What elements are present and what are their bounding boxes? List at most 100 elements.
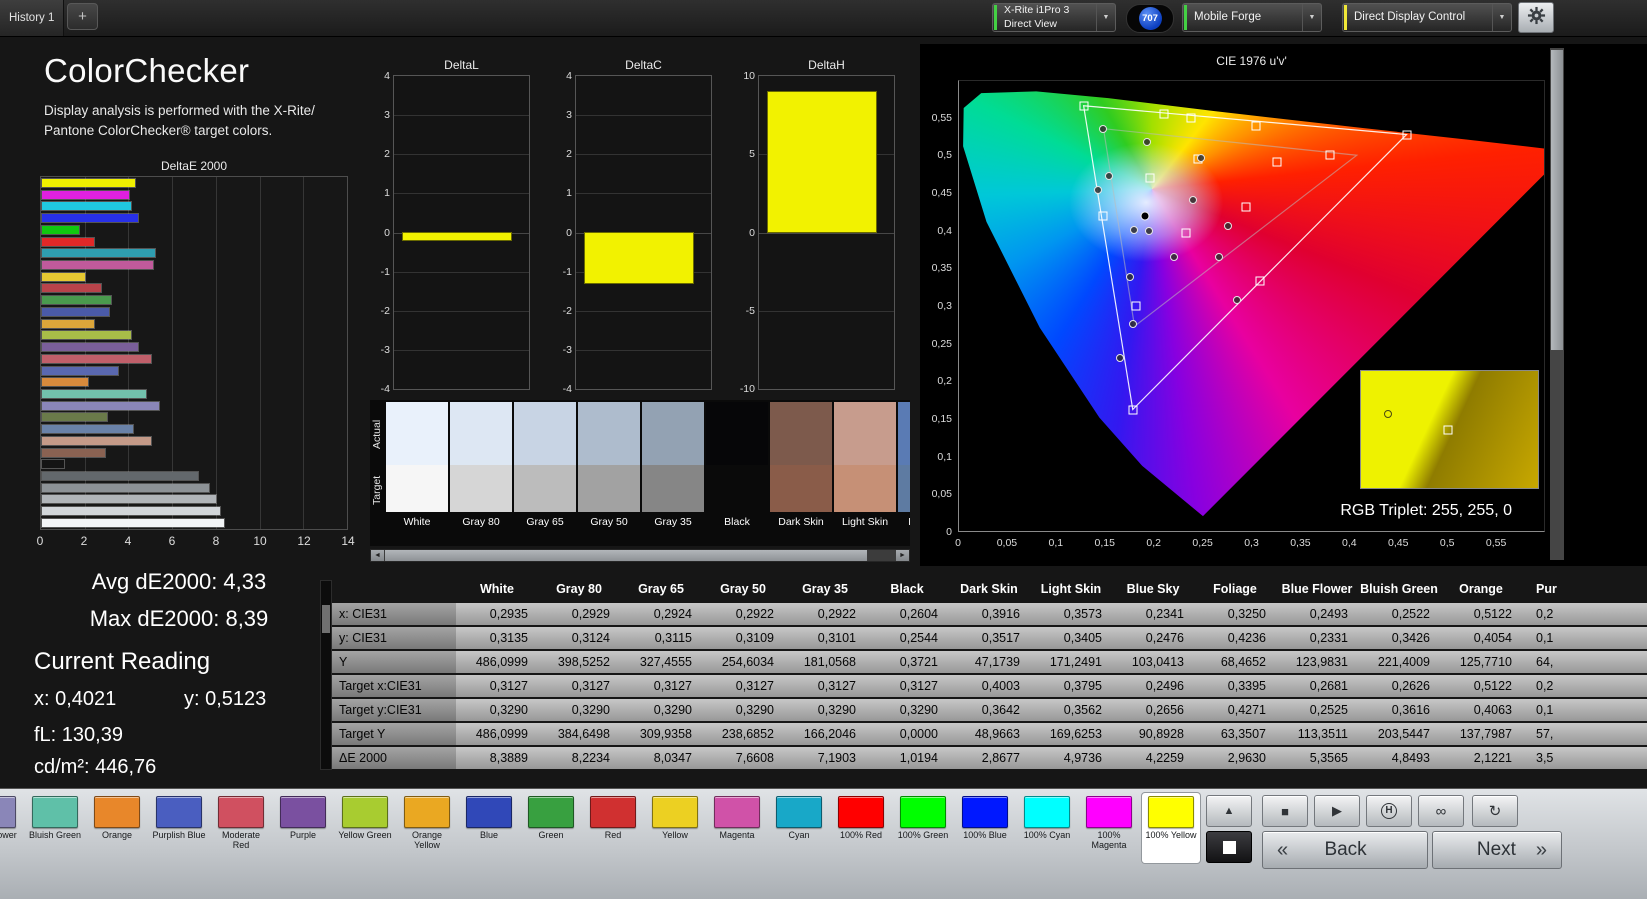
scroll-left-icon[interactable]: ◄ — [371, 550, 384, 561]
target-marker — [1079, 101, 1089, 111]
avg-de2000-value: Avg dE2000: 4,33 — [91, 569, 267, 594]
patch-toolbar: Blue Flower Bluish Green Orange Purplish Bl… — [0, 789, 1202, 899]
play-button[interactable]: ▶ — [1314, 795, 1360, 827]
meter-dropdown-label: X-Rite i1Pro 3 Direct View — [1004, 4, 1095, 31]
h-button[interactable]: H — [1366, 795, 1412, 827]
table-row-label: y: CIE31 — [332, 627, 456, 649]
patch-button[interactable]: Blue — [460, 793, 518, 863]
chevron-down-icon[interactable]: ▼ — [1492, 4, 1511, 31]
measured-marker — [1197, 153, 1206, 162]
deltae-xaxis: 0 2 4 6 8 10 12 14 — [37, 534, 355, 550]
patch-label: 100% Green — [897, 830, 949, 840]
patch-button[interactable]: Moderate Red — [212, 793, 270, 863]
table-cell: 171,2491 — [1030, 651, 1112, 673]
table-cell: 169,6253 — [1030, 723, 1112, 745]
scrollbar-thumb[interactable] — [322, 605, 330, 633]
table-cell: 0,3573 — [1030, 603, 1112, 625]
next-button[interactable]: Next » — [1432, 831, 1562, 869]
patch-button[interactable]: 100% Cyan — [1018, 793, 1076, 863]
table-header-cell: Blue Sky — [1126, 582, 1180, 596]
cie-chart-title: CIE 1976 u'v' — [1216, 54, 1287, 68]
pattern-window-button[interactable] — [1206, 831, 1252, 863]
back-chevron-icon: « — [1277, 838, 1289, 861]
patch-label: Purplish Blue — [152, 830, 206, 840]
axis-tick-label: 4 — [566, 70, 572, 82]
swatch-patch: Black — [706, 402, 768, 528]
patch-button[interactable]: Orange Yellow — [398, 793, 456, 863]
table-row: ΔE 2000 8,3889 8,2234 8,0347 7,6608 7,1903 1,0… — [332, 747, 1647, 769]
swatch-patch: Gray 65 — [514, 402, 576, 528]
table-header-cell: Gray 50 — [720, 582, 766, 596]
patch-button[interactable]: 100% Yellow — [1142, 793, 1200, 863]
patch-button[interactable]: Red — [584, 793, 642, 863]
settings-button[interactable] — [1518, 2, 1554, 33]
meter-dropdown[interactable]: X-Rite i1Pro 3 Direct View ▼ — [992, 3, 1116, 32]
measured-marker — [1093, 186, 1102, 195]
target-marker — [1186, 113, 1196, 123]
meter-status-indicator — [994, 5, 997, 30]
back-button[interactable]: « Back — [1262, 831, 1428, 869]
patch-button[interactable]: Magenta — [708, 793, 766, 863]
swatch-strip-scrollbar[interactable]: ◄ ► — [370, 549, 910, 562]
chevron-down-icon[interactable]: ▼ — [1302, 4, 1321, 31]
display-control-name: Direct Display Control — [1354, 11, 1466, 24]
circled-h-icon: H — [1381, 803, 1397, 819]
patch-swatch — [528, 796, 574, 828]
table-cell: 0,2493 — [1276, 603, 1358, 625]
table-cell: 0,2476 — [1112, 627, 1194, 649]
patch-button[interactable]: 100% Blue — [956, 793, 1014, 863]
table-cell: 0,3290 — [456, 699, 538, 721]
patch-button[interactable]: Purplish Blue — [150, 793, 208, 863]
chevron-down-icon[interactable]: ▼ — [1096, 4, 1115, 31]
cie-panel-scrollbar[interactable] — [1550, 48, 1564, 560]
swatch-target — [386, 465, 448, 512]
measured-marker — [1145, 227, 1154, 236]
patch-button[interactable]: Yellow Green — [336, 793, 394, 863]
display-control-dropdown[interactable]: Direct Display Control ▼ — [1342, 3, 1512, 32]
deltal-chart-title: DeltaL — [444, 58, 479, 72]
deltae-bar — [42, 378, 88, 387]
cie-plot — [958, 80, 1545, 532]
source-dropdown[interactable]: Mobile Forge ▼ — [1182, 3, 1322, 32]
add-tab-button[interactable]: + — [67, 3, 98, 30]
table-cell: 238,6852 — [702, 723, 784, 745]
swatch-patch: Gray 80 — [450, 402, 512, 528]
table-cell: 486,0999 — [456, 723, 538, 745]
loop-button[interactable]: ∞ — [1418, 795, 1464, 827]
current-reading-heading: Current Reading — [34, 648, 211, 675]
refresh-button[interactable]: ↻ — [1472, 795, 1518, 827]
scrollbar-thumb[interactable] — [385, 550, 867, 561]
swatch-target — [578, 465, 640, 512]
patch-button[interactable]: 100% Magenta — [1080, 793, 1138, 863]
scrollbar-thumb[interactable] — [1551, 50, 1563, 350]
patch-button[interactable]: Cyan — [770, 793, 828, 863]
axis-tick-label: 2 — [566, 148, 572, 161]
patch-button[interactable]: Yellow — [646, 793, 704, 863]
meter-count-value: 707 — [1138, 7, 1162, 30]
patch-button[interactable]: Purple — [274, 793, 332, 863]
axis-tick-label: 0,55 — [931, 111, 952, 124]
tab-history-1[interactable]: History 1 — [0, 0, 64, 36]
eject-button[interactable]: ▲ — [1206, 795, 1252, 827]
patch-label: Red — [604, 830, 622, 840]
patch-button[interactable]: 100% Red — [832, 793, 890, 863]
table-cell: 2,9630 — [1194, 747, 1276, 769]
gear-icon — [1527, 6, 1546, 30]
patch-swatch — [156, 796, 202, 828]
patch-button[interactable]: Green — [522, 793, 580, 863]
swatch-actual — [834, 402, 896, 465]
table-cell: 0,3290 — [702, 699, 784, 721]
table-vertical-scrollbar[interactable] — [320, 580, 332, 770]
play-icon: ▶ — [1332, 803, 1342, 818]
patch-button[interactable]: Bluish Green — [26, 793, 84, 863]
table-header-row: White Gray 80 Gray 65 Gray 50 Gray 35 Black Da… — [332, 578, 1647, 601]
deltae-bar — [42, 319, 95, 328]
patch-button[interactable]: Blue Flower — [0, 793, 22, 863]
target-marker — [1272, 157, 1282, 167]
patch-button[interactable]: Orange — [88, 793, 146, 863]
patch-button[interactable]: 100% Green — [894, 793, 952, 863]
patch-swatch — [466, 796, 512, 828]
stop-button[interactable]: ■ — [1262, 795, 1308, 827]
table-cell: 8,2234 — [538, 747, 620, 769]
scroll-right-icon[interactable]: ► — [896, 550, 909, 561]
